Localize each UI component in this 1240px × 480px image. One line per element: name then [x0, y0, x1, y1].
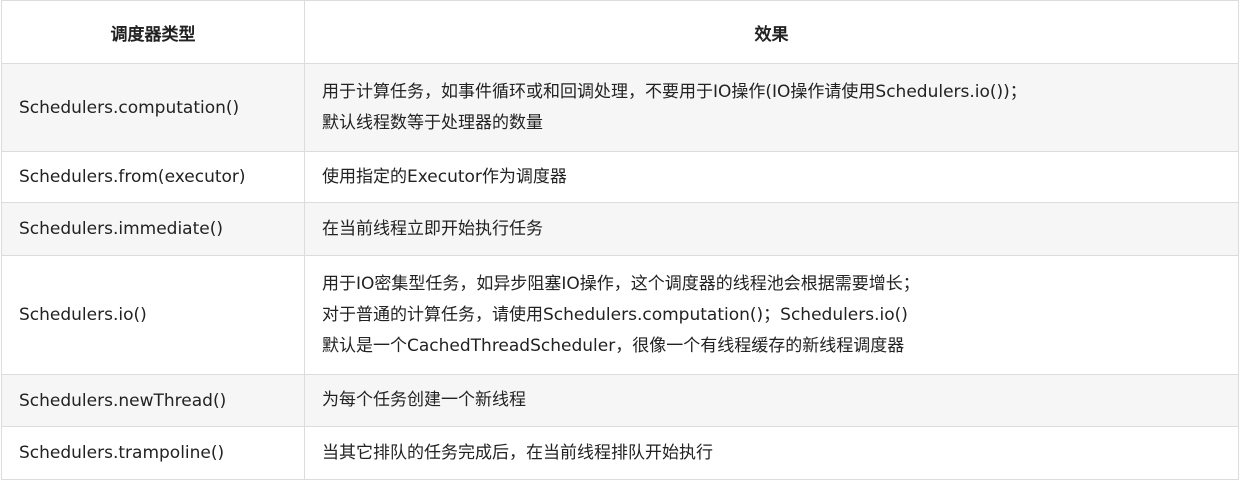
table-row: Schedulers.immediate() 在当前线程立即开始执行任务 [1, 202, 1239, 256]
schedulers-table: 调度器类型 效果 Schedulers.computation() 用于计算任务… [1, 0, 1239, 480]
scheduler-name: Schedulers.trampoline() [1, 426, 305, 480]
scheduler-name: Schedulers.newThread() [1, 374, 305, 427]
scheduler-effect: 用于IO密集型任务，如异步阻塞IO操作，这个调度器的线程池会根据需要增长； 对于… [304, 255, 1239, 375]
table-row: Schedulers.from(executor) 使用指定的Executor作… [1, 151, 1239, 203]
effect-line: 在当前线程立即开始执行任务 [322, 218, 543, 239]
table-row: Schedulers.newThread() 为每个任务创建一个新线程 [1, 374, 1239, 427]
effect-line: 为每个任务创建一个新线程 [322, 390, 526, 410]
effect-line: 用于计算任务，如事件循环或和回调处理，不要用于IO操作(IO操作请使用Sched… [322, 81, 1027, 102]
scheduler-name: Schedulers.io() [1, 255, 305, 375]
scheduler-name: Schedulers.computation() [1, 63, 305, 152]
effect-line: 使用指定的Executor作为调度器 [322, 166, 567, 187]
effect-line: 默认线程数等于处理器的数量 [322, 112, 543, 133]
header-effect: 效果 [304, 0, 1239, 64]
scheduler-name: Schedulers.immediate() [1, 202, 305, 256]
effect-line: 用于IO密集型任务，如异步阻塞IO操作，这个调度器的线程池会根据需要增长； [322, 273, 920, 294]
scheduler-effect: 当其它排队的任务完成后，在当前线程排队开始执行 [304, 426, 1239, 480]
scheduler-effect: 为每个任务创建一个新线程 [304, 374, 1239, 427]
effect-line: 默认是一个CachedThreadScheduler，很像一个有线程缓存的新线程… [322, 335, 905, 356]
scheduler-effect: 在当前线程立即开始执行任务 [304, 202, 1239, 256]
table-row: Schedulers.io() 用于IO密集型任务，如异步阻塞IO操作，这个调度… [1, 255, 1239, 375]
scheduler-name: Schedulers.from(executor) [1, 151, 305, 203]
scheduler-effect: 用于计算任务，如事件循环或和回调处理，不要用于IO操作(IO操作请使用Sched… [304, 63, 1239, 152]
table-row: Schedulers.computation() 用于计算任务，如事件循环或和回… [1, 63, 1239, 152]
table-row: Schedulers.trampoline() 当其它排队的任务完成后，在当前线… [1, 426, 1239, 480]
header-scheduler-type: 调度器类型 [1, 0, 305, 64]
effect-line: 对于普通的计算任务，请使用Schedulers.computation()；Sc… [322, 304, 908, 325]
header-row: 调度器类型 效果 [1, 0, 1239, 64]
effect-line: 当其它排队的任务完成后，在当前线程排队开始执行 [322, 442, 713, 463]
scheduler-effect: 使用指定的Executor作为调度器 [304, 151, 1239, 203]
